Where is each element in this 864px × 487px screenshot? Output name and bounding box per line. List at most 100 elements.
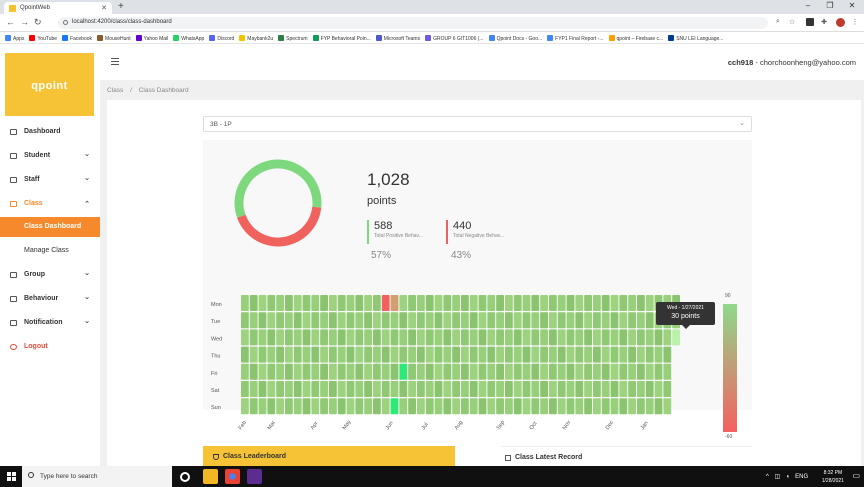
heatmap-cell[interactable] xyxy=(311,398,320,415)
bookmark-item[interactable]: Microsoft Teams xyxy=(375,35,420,42)
heatmap-cell[interactable] xyxy=(408,346,416,363)
heatmap-cell[interactable] xyxy=(249,312,258,329)
sidebar-item-behaviour[interactable]: Behaviour ⌄ xyxy=(0,289,100,309)
heatmap-cell[interactable] xyxy=(373,381,381,397)
heatmap-cell[interactable] xyxy=(575,312,584,329)
heatmap-cell[interactable] xyxy=(601,398,610,415)
heatmap-cell[interactable] xyxy=(417,346,425,363)
heatmap-cell[interactable] xyxy=(601,329,610,346)
user-info[interactable]: cch918 - chorchoonheng@yahoo.com xyxy=(728,58,856,67)
bookmark-item[interactable]: Discord xyxy=(209,35,234,42)
heatmap-cell[interactable] xyxy=(557,312,566,329)
heatmap-cell[interactable] xyxy=(593,346,601,363)
heatmap-cell[interactable] xyxy=(355,363,364,380)
heatmap-cell[interactable] xyxy=(637,295,645,311)
heatmap-cell[interactable] xyxy=(575,329,584,346)
heatmap-cell[interactable] xyxy=(593,312,601,329)
bookmark-item[interactable]: GROUP 6 GIT1006 (... xyxy=(425,35,484,42)
heatmap-cell[interactable] xyxy=(302,381,311,397)
heatmap-cell[interactable] xyxy=(443,381,452,397)
url-input[interactable]: localhost:4200/class/class-dashboard xyxy=(58,17,768,29)
heatmap-cell[interactable] xyxy=(337,329,346,346)
class-select[interactable]: 3B - 1P ⌄ xyxy=(203,116,752,132)
heatmap-cell[interactable] xyxy=(549,329,557,346)
bookmark-item[interactable]: FYP Behavioral Poin... xyxy=(312,35,371,42)
sidebar-item-class-dashboard[interactable]: Class Dashboard xyxy=(0,217,100,237)
heatmap-cell[interactable] xyxy=(522,346,531,363)
heatmap-cell[interactable] xyxy=(557,398,566,415)
system-tray-icons[interactable]: ^ ◫ ◖ ENG xyxy=(766,473,808,480)
heatmap-cell[interactable] xyxy=(320,312,328,329)
heatmap-cell[interactable] xyxy=(346,295,355,311)
heatmap-cell[interactable] xyxy=(531,312,540,329)
heatmap-cell[interactable] xyxy=(452,295,460,311)
heatmap-cell[interactable] xyxy=(293,381,302,397)
heatmap-cell[interactable] xyxy=(320,329,328,346)
chevron-up-icon[interactable]: ^ xyxy=(766,474,769,480)
heatmap-cell[interactable] xyxy=(522,329,531,346)
heatmap-cell[interactable] xyxy=(478,329,487,346)
heatmap-cell[interactable] xyxy=(443,363,452,380)
heatmap-cell[interactable] xyxy=(311,312,320,329)
windows-start-icon[interactable] xyxy=(7,472,16,481)
bookmark-item[interactable]: FYP1 Final Report -... xyxy=(547,35,604,42)
heatmap-cell[interactable] xyxy=(610,329,619,346)
heatmap-cell[interactable] xyxy=(276,346,284,363)
heatmap-cell[interactable] xyxy=(329,398,337,415)
sidebar-item-dashboard[interactable]: Dashboard xyxy=(0,122,100,142)
heatmap-cell[interactable] xyxy=(249,398,258,415)
heatmap-cell[interactable] xyxy=(381,295,390,311)
heatmap-cell[interactable] xyxy=(434,363,443,380)
heatmap-cell[interactable] xyxy=(390,329,399,346)
heatmap-cell[interactable] xyxy=(628,312,636,329)
bookmark-item[interactable]: qpoint – Firebase c... xyxy=(608,35,663,42)
extension-icon[interactable] xyxy=(806,18,814,26)
language-indicator[interactable]: ENG xyxy=(795,474,808,480)
heatmap-cell[interactable] xyxy=(302,295,311,311)
heatmap-cell[interactable] xyxy=(443,312,452,329)
bookmark-item[interactable]: Facebook xyxy=(62,35,92,42)
heatmap-cell[interactable] xyxy=(241,346,249,363)
minimize-icon[interactable]: – xyxy=(800,1,816,10)
heatmap-cell[interactable] xyxy=(522,312,531,329)
heatmap-cell[interactable] xyxy=(505,329,513,346)
heatmap-cell[interactable] xyxy=(337,312,346,329)
puzzle-icon[interactable]: ✚ xyxy=(820,18,828,26)
heatmap-cell[interactable] xyxy=(513,381,522,397)
heatmap-cell[interactable] xyxy=(645,398,654,415)
heatmap-cell[interactable] xyxy=(267,363,276,380)
heatmap-cell[interactable] xyxy=(469,346,478,363)
heatmap-cell[interactable] xyxy=(364,329,372,346)
heatmap-cell[interactable] xyxy=(443,398,452,415)
heatmap-cell[interactable] xyxy=(549,312,557,329)
heatmap-cell[interactable] xyxy=(513,312,522,329)
heatmap-cell[interactable] xyxy=(390,295,399,311)
heatmap-cell[interactable] xyxy=(645,295,654,311)
heatmap-cell[interactable] xyxy=(619,398,628,415)
heatmap-cell[interactable] xyxy=(355,398,364,415)
heatmap-cell[interactable] xyxy=(452,346,460,363)
heatmap-cell[interactable] xyxy=(373,312,381,329)
close-tab-icon[interactable]: ✕ xyxy=(101,4,107,12)
heatmap-cell[interactable] xyxy=(566,346,575,363)
heatmap-cell[interactable] xyxy=(549,363,557,380)
heatmap-cell[interactable] xyxy=(531,398,540,415)
heatmap-cell[interactable] xyxy=(610,381,619,397)
heatmap-cell[interactable] xyxy=(601,363,610,380)
heatmap-cell[interactable] xyxy=(390,363,399,380)
heatmap-cell[interactable] xyxy=(540,381,548,397)
heatmap-cell[interactable] xyxy=(566,363,575,380)
heatmap-cell[interactable] xyxy=(329,381,337,397)
volume-icon[interactable]: ◖ xyxy=(786,474,790,480)
heatmap-cell[interactable] xyxy=(575,363,584,380)
heatmap-cell[interactable] xyxy=(320,346,328,363)
heatmap-cell[interactable] xyxy=(364,312,372,329)
heatmap-cell[interactable] xyxy=(601,295,610,311)
heatmap-cell[interactable] xyxy=(452,381,460,397)
heatmap-cell[interactable] xyxy=(487,381,496,397)
heatmap-cell[interactable] xyxy=(663,381,672,397)
zoom-icon[interactable]: ⌕ xyxy=(774,18,782,26)
heatmap-cell[interactable] xyxy=(531,329,540,346)
heatmap-cell[interactable] xyxy=(540,312,548,329)
heatmap-cell[interactable] xyxy=(469,295,478,311)
